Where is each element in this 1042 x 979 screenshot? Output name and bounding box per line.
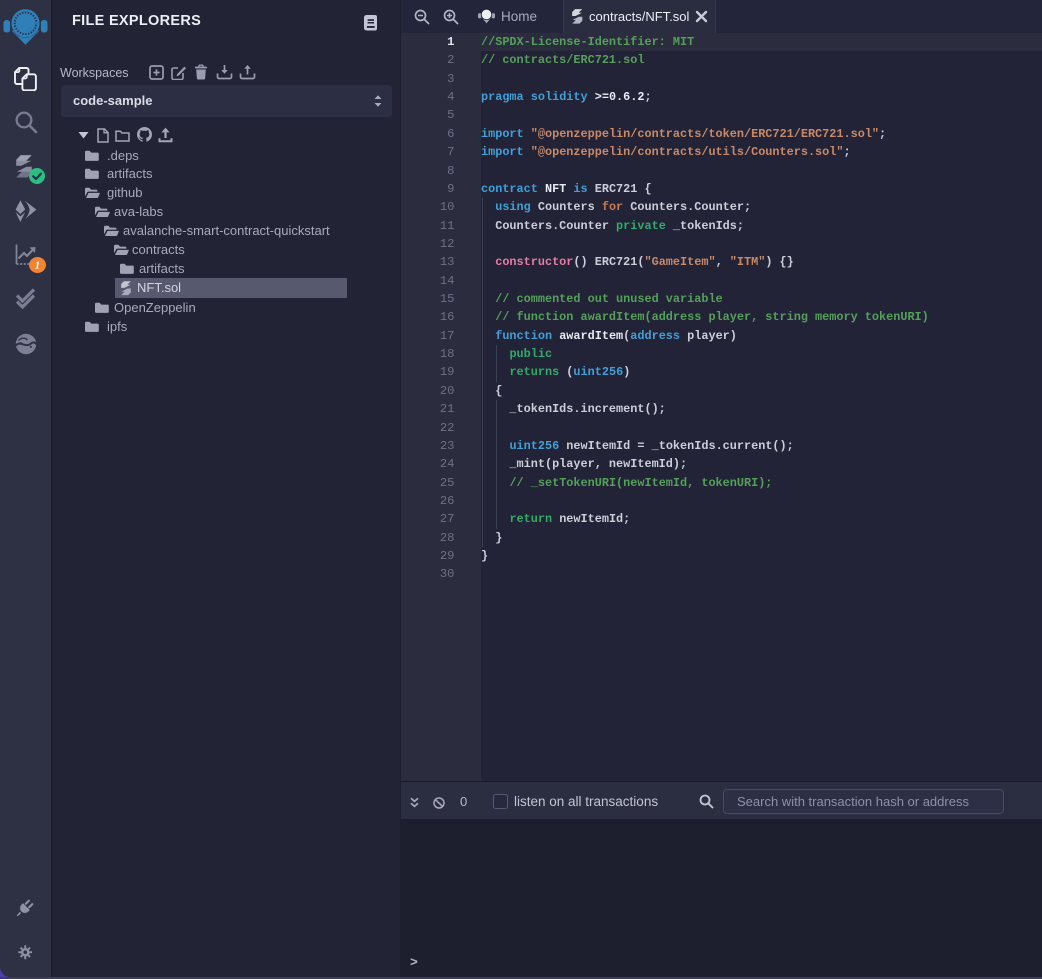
svg-text:1: 1 — [35, 261, 40, 272]
